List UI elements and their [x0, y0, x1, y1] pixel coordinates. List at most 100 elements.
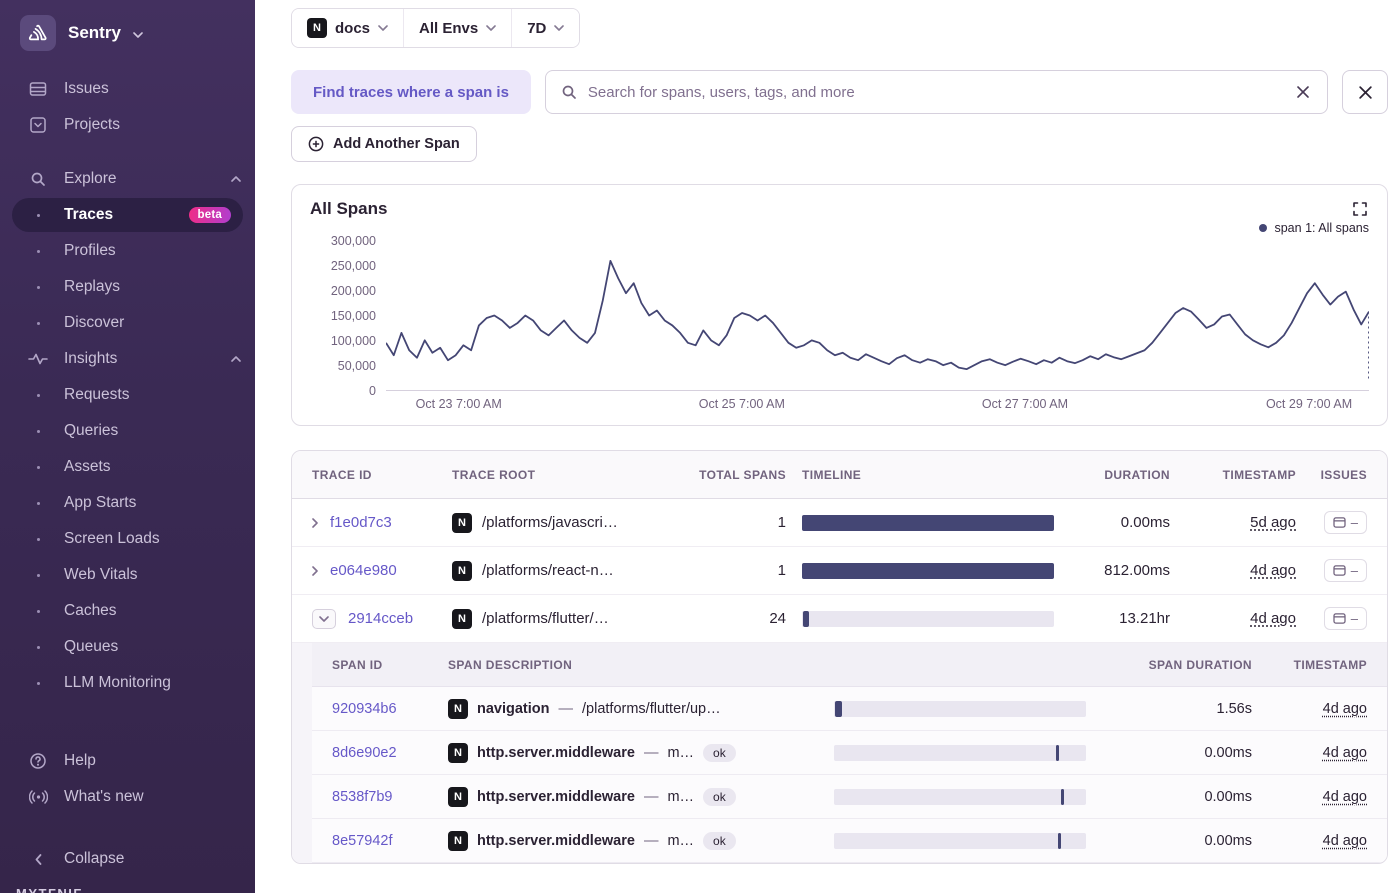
- timestamp-link[interactable]: 4d ago: [1323, 833, 1367, 849]
- trace-root-text: /platforms/javascri…: [482, 514, 618, 531]
- span-row[interactable]: 920934b6 N navigation — /platforms/flutt…: [312, 687, 1387, 731]
- timestamp-link[interactable]: 5d ago: [1250, 514, 1296, 531]
- sidebar-item-queries[interactable]: Queries: [0, 413, 255, 449]
- chart-body: 300,000 250,000 200,000 150,000 100,000 50,00…: [310, 234, 1369, 398]
- pulse-icon: [28, 353, 48, 365]
- timestamp-link[interactable]: 4d ago: [1250, 562, 1296, 579]
- sidebar-item-replays[interactable]: Replays: [0, 269, 255, 305]
- fullscreen-button[interactable]: [1351, 200, 1369, 218]
- sidebar-item-web-vitals[interactable]: Web Vitals: [0, 557, 255, 593]
- trace-root-text: /platforms/react-n…: [482, 562, 614, 579]
- sidebar-item-label: Issues: [64, 80, 109, 97]
- collapse-chevron-down-icon[interactable]: [312, 608, 336, 629]
- clear-search-icon[interactable]: [1294, 83, 1312, 101]
- close-span-button[interactable]: [1342, 70, 1388, 114]
- bullet-icon: [28, 429, 48, 433]
- status-badge: ok: [703, 743, 736, 762]
- total-spans-value: 1: [777, 514, 786, 531]
- legend-dot-icon: [1259, 224, 1268, 232]
- expand-chevron-right-icon[interactable]: [312, 517, 318, 528]
- sidebar-item-projects[interactable]: Projects: [0, 107, 255, 143]
- timestamp-link[interactable]: 4d ago: [1323, 701, 1367, 717]
- timestamp-link[interactable]: 4d ago: [1250, 610, 1296, 627]
- span-duration-value: 0.00ms: [1204, 832, 1252, 849]
- x-tick-label: Oct 23 7:00 AM: [415, 397, 502, 411]
- sidebar-item-label: Web Vitals: [64, 566, 138, 583]
- sidebar-item-discover[interactable]: Discover: [0, 305, 255, 341]
- page-filter-bar: N docs All Envs 7D: [291, 8, 1388, 48]
- sidebar-item-screen-loads[interactable]: Screen Loads: [0, 521, 255, 557]
- search-input[interactable]: [587, 83, 1283, 101]
- sidebar-item-label: Discover: [64, 314, 125, 331]
- traces-table: TRACE ID TRACE ROOT TOTAL SPANS TIMELINE…: [291, 450, 1388, 864]
- status-badge: ok: [703, 787, 736, 806]
- sidebar-item-app-starts[interactable]: App Starts: [0, 485, 255, 521]
- span-id-link[interactable]: 920934b6: [332, 701, 432, 717]
- project-selector[interactable]: N docs: [292, 9, 404, 47]
- project-selector-label: docs: [335, 19, 371, 37]
- sidebar-item-issues[interactable]: Issues: [0, 71, 255, 107]
- line-chart[interactable]: [386, 241, 1369, 391]
- sidebar-item-profiles[interactable]: Profiles: [0, 233, 255, 269]
- total-spans-value: 24: [769, 610, 786, 627]
- x-axis-row: Oct 23 7:00 AM Oct 25 7:00 AM Oct 27 7:00 …: [310, 397, 1369, 415]
- sidebar-section-insights[interactable]: Insights: [0, 341, 255, 377]
- sidebar-item-label: Replays: [64, 278, 120, 295]
- projects-icon: [28, 116, 48, 134]
- table-row[interactable]: f1e0d7c3 N /platforms/javascri… 1 0.00ms…: [292, 499, 1387, 547]
- span-row[interactable]: 8e57942f N http.server.middleware — m… o…: [312, 819, 1387, 863]
- timestamp-link[interactable]: 4d ago: [1323, 789, 1367, 805]
- col-duration: DURATION: [1104, 467, 1170, 482]
- x-tick-label: Oct 25 7:00 AM: [698, 397, 785, 411]
- y-tick-label: 50,000: [337, 359, 376, 373]
- date-range-selector[interactable]: 7D: [512, 9, 580, 47]
- chart-legend: span 1: All spans: [310, 219, 1369, 237]
- sidebar-item-label: Caches: [64, 602, 117, 619]
- trace-id-link[interactable]: 2914cceb: [348, 610, 413, 627]
- sidebar-item-queues[interactable]: Queues: [0, 629, 255, 665]
- sidebar-item-assets[interactable]: Assets: [0, 449, 255, 485]
- span-subtable-header: SPAN ID SPAN DESCRIPTION SPAN DURATION T…: [312, 643, 1387, 687]
- collapse-button[interactable]: Collapse: [0, 841, 255, 877]
- chart-header: All Spans: [310, 199, 1369, 219]
- find-traces-chip[interactable]: Find traces where a span is: [291, 70, 531, 114]
- sidebar-item-traces[interactable]: Traces beta: [12, 198, 243, 232]
- expand-chevron-right-icon[interactable]: [312, 565, 318, 576]
- issues-button[interactable]: –: [1323, 607, 1367, 630]
- span-id-link[interactable]: 8e57942f: [332, 833, 432, 849]
- span-id-link[interactable]: 8538f7b9: [332, 789, 432, 805]
- legend-label: span 1: All spans: [1274, 221, 1369, 235]
- timeline-track: [802, 514, 1054, 531]
- trace-id-link[interactable]: f1e0d7c3: [330, 514, 392, 531]
- main-content: N docs All Envs 7D Find traces where a s…: [255, 0, 1400, 893]
- col-timestamp: TIMESTAMP: [1222, 467, 1296, 482]
- chevron-left-icon: [28, 853, 48, 865]
- timestamp-link[interactable]: 4d ago: [1323, 745, 1367, 761]
- timeline-track: [802, 610, 1054, 627]
- col-trace-root: TRACE ROOT: [452, 467, 536, 482]
- sidebar-item-llm-monitoring[interactable]: LLM Monitoring: [0, 665, 255, 701]
- sidebar-item-whats-new[interactable]: What's new: [0, 779, 255, 815]
- sidebar-item-help[interactable]: Help: [0, 743, 255, 779]
- add-another-span-button[interactable]: Add Another Span: [291, 126, 477, 162]
- trace-id-link[interactable]: e064e980: [330, 562, 397, 579]
- all-spans-chart-panel: All Spans span 1: All spans 300,000 250,0…: [291, 184, 1388, 426]
- org-switcher[interactable]: Sentry: [0, 0, 255, 71]
- table-row[interactable]: e064e980 N /platforms/react-n… 1 812.00m…: [292, 547, 1387, 595]
- issues-button[interactable]: –: [1323, 559, 1367, 582]
- span-id-link[interactable]: 8d6e90e2: [332, 745, 432, 761]
- sidebar-item-caches[interactable]: Caches: [0, 593, 255, 629]
- sidebar-item-requests[interactable]: Requests: [0, 377, 255, 413]
- bullet-icon: [28, 681, 48, 685]
- issues-button[interactable]: –: [1323, 511, 1367, 534]
- col-span-duration: SPAN DURATION: [1148, 657, 1252, 672]
- table-row-expanded[interactable]: 2914cceb N /platforms/flutter/… 24 13.21…: [292, 595, 1387, 643]
- span-row[interactable]: 8538f7b9 N http.server.middleware — m… o…: [312, 775, 1387, 819]
- sidebar-section-explore[interactable]: Explore: [0, 161, 255, 197]
- span-row[interactable]: 8d6e90e2 N http.server.middleware — m… o…: [312, 731, 1387, 775]
- environment-selector[interactable]: All Envs: [404, 9, 512, 47]
- span-op: http.server.middleware: [477, 788, 635, 805]
- trace-root-text: /platforms/flutter/…: [482, 610, 609, 627]
- y-tick-label: 0: [369, 384, 376, 398]
- chart-title: All Spans: [310, 199, 388, 218]
